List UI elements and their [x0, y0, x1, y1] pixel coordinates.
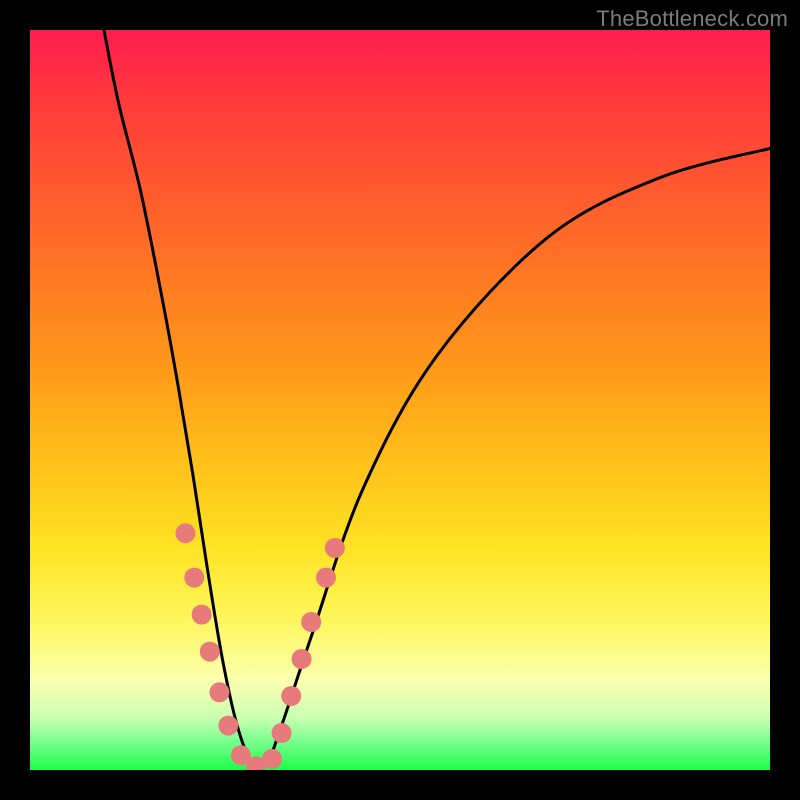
curve-marker [292, 649, 312, 669]
curve-marker [301, 612, 321, 632]
watermark-text: TheBottleneck.com [596, 6, 788, 32]
curve-marker [281, 686, 301, 706]
curve-marker [218, 716, 238, 736]
curve-marker [272, 723, 292, 743]
curve-marker [262, 749, 282, 769]
curve-marker [184, 568, 204, 588]
curve-marker [200, 642, 220, 662]
bottleneck-curve-markers [175, 523, 344, 770]
chart-svg [30, 30, 770, 770]
curve-marker [175, 523, 195, 543]
curve-marker [209, 682, 229, 702]
chart-plot-area [30, 30, 770, 770]
chart-frame: TheBottleneck.com [0, 0, 800, 800]
curve-marker [316, 568, 336, 588]
curve-marker [192, 605, 212, 625]
curve-marker [325, 538, 345, 558]
